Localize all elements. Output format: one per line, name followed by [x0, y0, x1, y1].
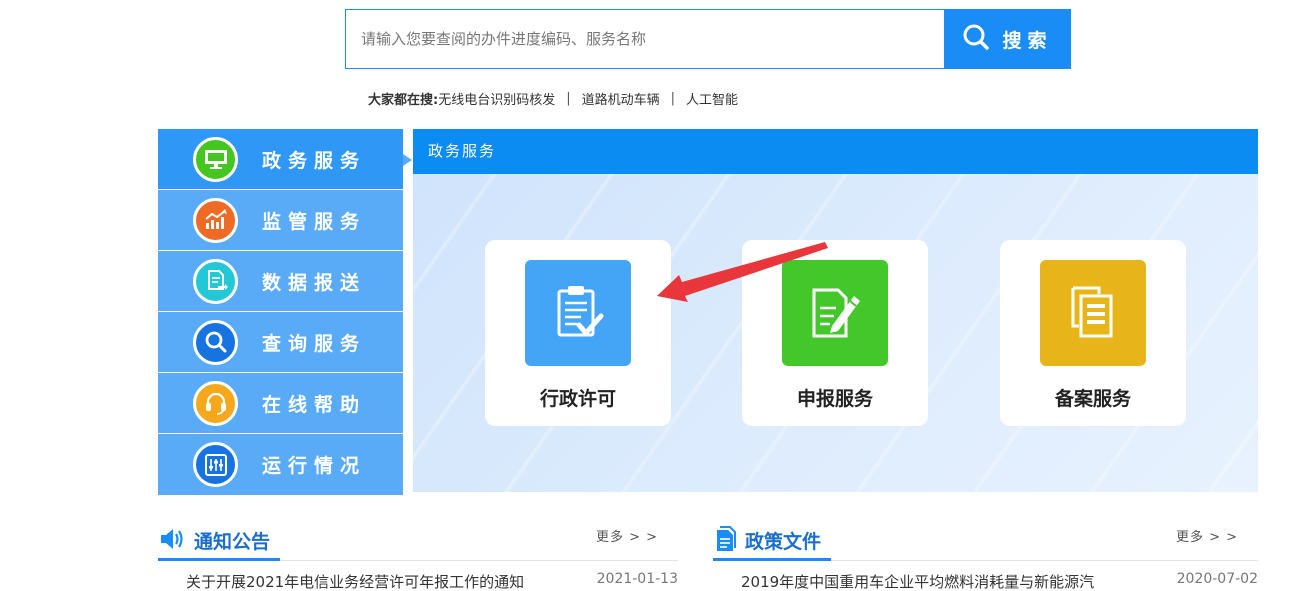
speaker-icon: [158, 527, 186, 555]
policies-header: 政策文件 更多 > >: [713, 515, 1258, 561]
card-administrative-license[interactable]: 行政许可: [485, 240, 671, 426]
card-declaration-services[interactable]: 申报服务: [742, 240, 928, 426]
menu-item-government-services[interactable]: 政务服务: [158, 129, 412, 190]
card-label: 行政许可: [539, 388, 616, 410]
menu-item-label: 查询服务: [262, 332, 367, 355]
notices-header: 通知公告 更多 > >: [158, 515, 678, 561]
list-item[interactable]: 2019年度中国重用车企业平均燃料消耗量与新能源汽 2020-07-02: [713, 561, 1258, 591]
search-icon: [962, 23, 990, 55]
policies-title-tab[interactable]: 政策文件: [713, 523, 832, 561]
policy-title: 2019年度中国重用车企业平均燃料消耗量与新能源汽: [741, 573, 1095, 591]
search-icon: [193, 319, 238, 365]
menu-item-operation-status[interactable]: 运行情况: [158, 434, 403, 495]
policies-section: 政策文件 更多 > > 2019年度中国重用车企业平均燃料消耗量与新能源汽 20…: [713, 515, 1258, 591]
hot-search-link[interactable]: 人工智能: [686, 89, 738, 108]
sliders-icon: [193, 442, 238, 487]
document-send-icon: [193, 258, 238, 304]
monitor-icon: [193, 136, 238, 182]
notice-title: 关于开展2021年电信业务经营许可年报工作的通知: [186, 573, 525, 591]
search-button[interactable]: 搜索: [944, 9, 1071, 69]
notices-title: 通知公告: [194, 531, 271, 553]
search-button-label: 搜索: [1002, 29, 1053, 52]
notices-title-tab[interactable]: 通知公告: [158, 523, 281, 561]
menu-item-online-help[interactable]: 在线帮助: [158, 373, 403, 434]
hot-search-link[interactable]: 无线电台识别码核发: [438, 89, 555, 108]
notices-more-link[interactable]: 更多 > >: [596, 526, 658, 545]
search-input[interactable]: [346, 10, 945, 68]
copy-document-icon: [1040, 260, 1146, 366]
policies-title: 政策文件: [745, 531, 822, 553]
side-menu: 政务服务 监管服务 数据报送 查询服务 在线帮助 运行情况: [158, 129, 412, 495]
list-item[interactable]: 关于开展2021年电信业务经营许可年报工作的通知 2021-01-13: [158, 561, 678, 591]
hot-search-separator: |: [670, 91, 676, 106]
menu-item-supervision-services[interactable]: 监管服务: [158, 190, 403, 251]
services-panel: 政务服务 行政许可 申报服务 备案服务: [413, 129, 1258, 492]
search-box: [345, 9, 945, 69]
menu-item-label: 政务服务: [262, 149, 367, 172]
hot-searches: 大家都在搜: 无线电台识别码核发 | 道路机动车辆 | 人工智能: [368, 89, 738, 108]
document-icon: [713, 525, 737, 557]
headset-icon: [193, 380, 238, 426]
menu-item-label: 监管服务: [262, 210, 367, 233]
panel-title: 政务服务: [413, 129, 1258, 174]
menu-item-query-services[interactable]: 查询服务: [158, 312, 403, 373]
notices-section: 通知公告 更多 > > 关于开展2021年电信业务经营许可年报工作的通知 202…: [158, 515, 678, 591]
policies-more-link[interactable]: 更多 > >: [1176, 526, 1238, 545]
menu-item-label: 运行情况: [262, 455, 367, 477]
chart-icon: [193, 197, 238, 243]
hot-search-link[interactable]: 道路机动车辆: [582, 89, 660, 108]
menu-item-data-submission[interactable]: 数据报送: [158, 251, 403, 312]
clipboard-check-icon: [525, 260, 631, 366]
hot-searches-label: 大家都在搜:: [368, 93, 439, 108]
policy-date: 2020-07-02: [1176, 571, 1258, 587]
hot-search-separator: |: [566, 91, 571, 106]
menu-item-label: 在线帮助: [262, 393, 367, 416]
menu-item-label: 数据报送: [262, 271, 367, 294]
card-label: 申报服务: [796, 388, 873, 410]
card-label: 备案服务: [1054, 388, 1131, 410]
card-filing-services[interactable]: 备案服务: [1000, 240, 1186, 426]
notice-date: 2021-01-13: [596, 571, 678, 587]
document-edit-icon: [782, 260, 888, 366]
